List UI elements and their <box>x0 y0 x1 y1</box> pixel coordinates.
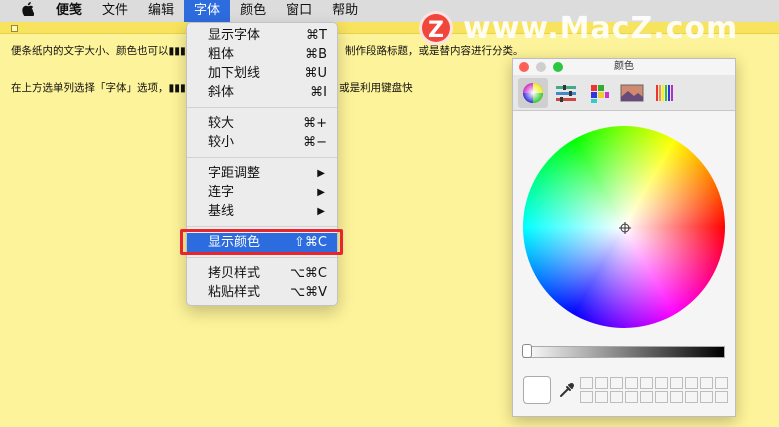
crosshair-icon <box>619 222 631 234</box>
brightness-slider[interactable] <box>522 344 725 358</box>
saved-swatches-grid <box>580 377 728 403</box>
swatch-slot[interactable] <box>640 377 653 389</box>
menu-item-label: 粘贴样式 <box>208 285 261 300</box>
menu-item-bigger[interactable]: 较大 ⌘+ <box>187 114 337 133</box>
swatch-slot[interactable] <box>595 391 608 403</box>
swatch-slot[interactable] <box>700 377 713 389</box>
menu-item-label: 字距调整 <box>208 166 261 181</box>
menu-item-kern[interactable]: 字距调整 ▶ <box>187 164 337 183</box>
shortcut-label: ⌘U <box>304 66 327 81</box>
shortcut-label: ⌘B <box>305 47 327 62</box>
menu-item-label: 连字 <box>208 185 235 200</box>
menu-separator <box>187 257 337 258</box>
swatch-slot[interactable] <box>580 377 593 389</box>
menu-item-label: 拷贝样式 <box>208 266 261 281</box>
swatch-slot[interactable] <box>670 377 683 389</box>
apple-icon[interactable] <box>18 2 38 20</box>
palettes-icon[interactable] <box>584 78 614 108</box>
watermark-logo: Z <box>419 11 453 45</box>
current-color-swatch[interactable] <box>523 376 551 404</box>
color-wheel-icon[interactable] <box>518 78 548 108</box>
eyedropper-icon[interactable] <box>558 381 576 399</box>
swatch-slot[interactable] <box>685 391 698 403</box>
swatch-slot[interactable] <box>685 377 698 389</box>
menu-edit[interactable]: 编辑 <box>138 0 184 22</box>
menu-item-label: 较大 <box>208 116 235 131</box>
swatch-slot[interactable] <box>610 377 623 389</box>
menu-notes[interactable]: 便笺 <box>46 0 92 22</box>
menu-item-label: 基线 <box>208 204 235 219</box>
menu-item-baseline[interactable]: 基线 ▶ <box>187 202 337 221</box>
swatch-slot[interactable] <box>595 377 608 389</box>
submenu-arrow-icon: ▶ <box>317 168 325 179</box>
swatch-slot[interactable] <box>610 391 623 403</box>
menu-item-paste-style[interactable]: 粘贴样式 ⌥⌘V <box>187 283 337 302</box>
swatch-slot[interactable] <box>715 377 728 389</box>
menu-separator <box>187 157 337 158</box>
swatch-slot[interactable] <box>700 391 713 403</box>
sliders-icon[interactable] <box>551 78 581 108</box>
swatch-slot[interactable] <box>580 391 593 403</box>
shortcut-label: ⌥⌘V <box>290 285 327 300</box>
shortcut-label: ⌘+ <box>303 116 327 131</box>
submenu-arrow-icon: ▶ <box>317 206 325 217</box>
colors-panel: 颜色 <box>512 58 736 417</box>
note-close-box[interactable] <box>11 25 18 32</box>
menu-item-italic[interactable]: 斜体 ⌘I <box>187 83 337 102</box>
menu-item-label: 显示字体 <box>208 28 261 43</box>
menu-item-underline[interactable]: 加下划线 ⌘U <box>187 64 337 83</box>
menu-item-smaller[interactable]: 较小 ⌘− <box>187 133 337 152</box>
watermark-text: www.MacZ.com <box>463 10 739 46</box>
menu-item-copy-style[interactable]: 拷贝样式 ⌥⌘C <box>187 264 337 283</box>
watermark: Z www.MacZ.com <box>419 8 738 48</box>
menu-item-show-fonts[interactable]: 显示字体 ⌘T <box>187 26 337 45</box>
menu-separator <box>187 226 337 227</box>
swatch-slot[interactable] <box>640 391 653 403</box>
shortcut-label: ⌥⌘C <box>289 266 327 281</box>
colors-toolbar <box>513 75 735 111</box>
menu-item-label: 粗体 <box>208 47 235 62</box>
image-palettes-icon[interactable] <box>617 78 647 108</box>
swatch-slot[interactable] <box>655 377 668 389</box>
panel-title: 颜色 <box>614 61 634 72</box>
menu-font[interactable]: 字体 <box>184 0 231 22</box>
menu-help[interactable]: 帮助 <box>322 0 368 22</box>
font-menu: 显示字体 ⌘T 粗体 ⌘B 加下划线 ⌘U 斜体 ⌘I 较大 ⌘+ 较小 ⌘− 字距调整 ▶ … <box>186 22 338 306</box>
menu-item-label: 斜体 <box>208 85 235 100</box>
shortcut-label: ⌘T <box>306 28 327 43</box>
menu-color[interactable]: 颜色 <box>230 0 276 22</box>
shortcut-label: ⌘I <box>310 85 327 100</box>
pencils-icon[interactable] <box>650 78 680 108</box>
menu-window[interactable]: 窗口 <box>276 0 322 22</box>
slider-knob[interactable] <box>522 344 532 358</box>
submenu-arrow-icon: ▶ <box>317 187 325 198</box>
swatch-slot[interactable] <box>670 391 683 403</box>
menu-file[interactable]: 文件 <box>92 0 138 22</box>
shortcut-label: ⌘− <box>303 135 327 150</box>
swatch-slot[interactable] <box>655 391 668 403</box>
menu-item-bold[interactable]: 粗体 ⌘B <box>187 45 337 64</box>
swatch-slot[interactable] <box>625 377 638 389</box>
menu-item-ligatures[interactable]: 连字 ▶ <box>187 183 337 202</box>
menu-item-label: 较小 <box>208 135 235 150</box>
callout-highlight-frame <box>180 229 343 255</box>
swatch-slot[interactable] <box>715 391 728 403</box>
swatch-slot[interactable] <box>625 391 638 403</box>
menu-separator <box>187 107 337 108</box>
menu-item-label: 加下划线 <box>208 66 261 81</box>
